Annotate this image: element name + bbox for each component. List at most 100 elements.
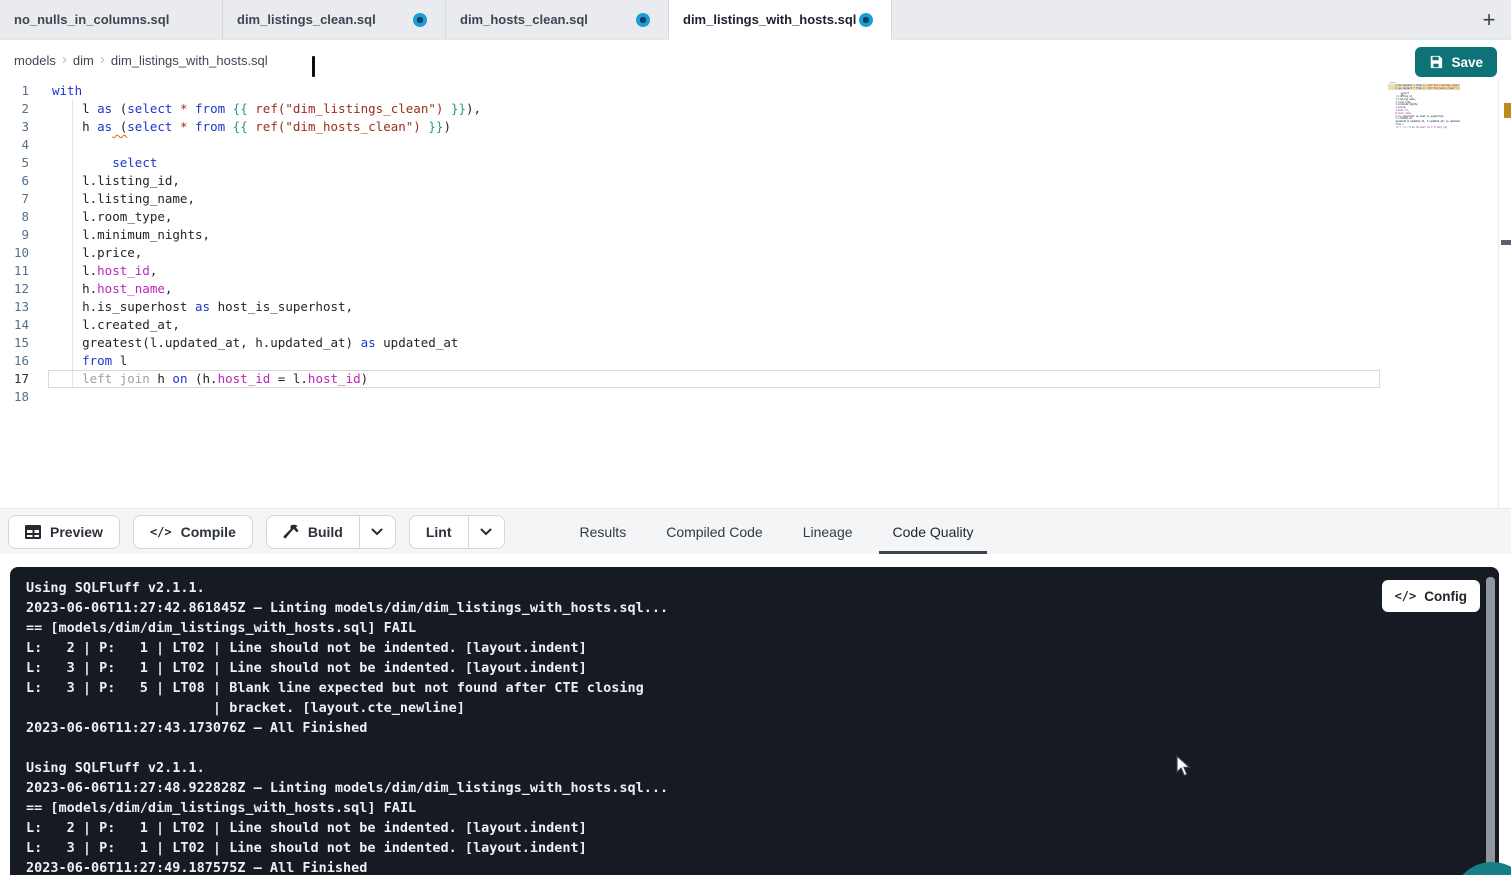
terminal-output: Using SQLFluff v2.1.1. 2023-06-06T11:27:4… bbox=[26, 578, 668, 875]
code-line[interactable] bbox=[52, 136, 481, 154]
floppy-disk-icon bbox=[1429, 55, 1443, 69]
tab-no-nulls-in-columns-sql[interactable]: no_nulls_in_columns.sql bbox=[0, 0, 223, 39]
tab-label: dim_listings_clean.sql bbox=[237, 12, 376, 27]
tab-dim-listings-clean-sql[interactable]: dim_listings_clean.sql bbox=[223, 0, 446, 39]
build-label: Build bbox=[308, 524, 343, 540]
terminal-line: L: 3 | P: 1 | LT02 | Line should not be … bbox=[26, 838, 668, 858]
build-button[interactable]: Build bbox=[267, 516, 359, 548]
minimap[interactable]: with l as (select * from {{ ref("dim_lis… bbox=[1390, 82, 1460, 202]
terminal-line: L: 3 | P: 1 | LT02 | Line should not be … bbox=[26, 658, 668, 678]
build-dropdown-button[interactable] bbox=[359, 516, 395, 548]
code-line[interactable]: select bbox=[52, 154, 481, 172]
build-split-button: Build bbox=[266, 515, 396, 549]
code-line[interactable]: l.listing_id, bbox=[52, 172, 481, 190]
code-line[interactable]: h.is_superhost as host_is_superhost, bbox=[52, 298, 481, 316]
preview-button[interactable]: Preview bbox=[8, 515, 120, 549]
line-number: 18 bbox=[0, 388, 29, 406]
line-number: 12 bbox=[0, 280, 29, 298]
preview-label: Preview bbox=[50, 524, 103, 540]
code-line[interactable]: left join h on (h.host_id = l.host_id) bbox=[52, 370, 481, 388]
code-line[interactable]: l.price, bbox=[52, 244, 481, 262]
line-number: 15 bbox=[0, 334, 29, 352]
breadcrumb-item[interactable]: models bbox=[14, 53, 56, 68]
compile-button[interactable]: </> Compile bbox=[133, 515, 253, 549]
terminal-scrollbar[interactable] bbox=[1486, 577, 1495, 868]
code-line[interactable]: with bbox=[52, 82, 481, 100]
tab-lineage[interactable]: Lineage bbox=[789, 509, 867, 554]
code-line[interactable]: l.listing_name, bbox=[52, 190, 481, 208]
overview-ruler-track bbox=[1498, 80, 1499, 508]
app-window: { "tabs": { "items": [ { "label": "no_nu… bbox=[0, 0, 1511, 875]
code-content[interactable]: with l as (select * from {{ ref("dim_lis… bbox=[52, 82, 481, 406]
chevron-down-icon bbox=[371, 528, 383, 536]
save-button[interactable]: Save bbox=[1415, 47, 1497, 77]
terminal-line bbox=[26, 738, 668, 758]
terminal-line: 2023-06-06T11:27:43.173076Z — All Finish… bbox=[26, 718, 668, 738]
breadcrumb-item[interactable]: dim bbox=[73, 53, 94, 68]
line-number: 7 bbox=[0, 190, 29, 208]
code-line[interactable]: h as (select * from {{ ref("dim_hosts_cl… bbox=[52, 118, 481, 136]
file-tab-bar: no_nulls_in_columns.sql dim_listings_clea… bbox=[0, 0, 1511, 40]
terminal-line: L: 3 | P: 5 | LT08 | Blank line expected… bbox=[26, 678, 668, 698]
terminal-line: == [models/dim/dim_listings_with_hosts.s… bbox=[26, 798, 668, 818]
tab-dim-listings-with-hosts-sql[interactable]: dim_listings_with_hosts.sql bbox=[669, 0, 892, 40]
modified-dot-icon bbox=[859, 13, 873, 27]
line-number: 16 bbox=[0, 352, 29, 370]
terminal-line: == [models/dim/dim_listings_with_hosts.s… bbox=[26, 618, 668, 638]
lint-button[interactable]: Lint bbox=[410, 516, 468, 548]
breadcrumb-item[interactable]: dim_listings_with_hosts.sql bbox=[111, 53, 268, 68]
terminal-line: 2023-06-06T11:27:42.861845Z — Linting mo… bbox=[26, 598, 668, 618]
new-tab-button[interactable]: + bbox=[1467, 0, 1511, 39]
hammer-icon bbox=[283, 524, 299, 540]
code-line[interactable] bbox=[1390, 130, 1460, 133]
plus-icon: + bbox=[1483, 7, 1496, 33]
line-number: 1 bbox=[0, 82, 29, 100]
result-tabs: ResultsCompiled Code Lineage Code Quality bbox=[560, 509, 994, 554]
line-number: 3 bbox=[0, 118, 29, 136]
code-line[interactable]: l.created_at, bbox=[52, 316, 481, 334]
tab-label: no_nulls_in_columns.sql bbox=[14, 12, 169, 27]
line-number-gutter: 123456789101112131415161718 bbox=[0, 82, 29, 406]
tab-code-quality[interactable]: Code Quality bbox=[879, 509, 988, 554]
tab-results[interactable]: Results bbox=[566, 509, 641, 554]
lint-label: Lint bbox=[426, 524, 452, 540]
modified-dot-icon bbox=[636, 13, 650, 27]
code-line[interactable]: h.host_name, bbox=[52, 280, 481, 298]
line-number: 2 bbox=[0, 100, 29, 118]
code-icon: </> bbox=[1395, 589, 1417, 603]
config-button[interactable]: </> Config bbox=[1382, 580, 1480, 612]
code-line[interactable] bbox=[52, 388, 481, 406]
code-line[interactable]: l.host_id, bbox=[52, 262, 481, 280]
tab-compiled-code[interactable]: Compiled Code bbox=[652, 509, 777, 554]
tab-dim-hosts-clean-sql[interactable]: dim_hosts_clean.sql bbox=[446, 0, 669, 39]
text-caret bbox=[312, 56, 315, 77]
code-editor[interactable]: 123456789101112131415161718 with l as (s… bbox=[0, 80, 1511, 508]
line-number: 14 bbox=[0, 316, 29, 334]
lint-warning-marker bbox=[1504, 103, 1511, 118]
line-number: 10 bbox=[0, 244, 29, 262]
code-line[interactable]: from l bbox=[52, 352, 481, 370]
action-toolbar: Preview </> Compile Build Lint bbox=[0, 508, 1511, 554]
config-label: Config bbox=[1424, 589, 1467, 604]
chevron-right-icon: › bbox=[100, 51, 105, 68]
code-line[interactable]: greatest(l.updated_at, h.updated_at) as … bbox=[52, 334, 481, 352]
file-tabs: no_nulls_in_columns.sql dim_listings_clea… bbox=[0, 0, 892, 39]
line-number: 6 bbox=[0, 172, 29, 190]
line-number: 17 bbox=[0, 370, 29, 388]
code-line[interactable]: l.room_type, bbox=[52, 208, 481, 226]
code-line[interactable]: h as (select * from {{ ref("dim_hosts_cl… bbox=[1390, 88, 1460, 91]
terminal-line: | bracket. [layout.cte_newline] bbox=[26, 698, 668, 718]
breadcrumb-bar: models›dim›dim_listings_with_hosts.sql bbox=[0, 40, 1511, 80]
terminal-line: Using SQLFluff v2.1.1. bbox=[26, 758, 668, 778]
code-line[interactable]: l as (select * from {{ ref("dim_listings… bbox=[52, 100, 481, 118]
tab-label: dim_listings_with_hosts.sql bbox=[683, 12, 856, 27]
overview-ruler-marker bbox=[1501, 240, 1511, 245]
chevron-down-icon bbox=[480, 528, 492, 536]
line-number: 9 bbox=[0, 226, 29, 244]
save-label: Save bbox=[1451, 55, 1483, 70]
lint-dropdown-button[interactable] bbox=[468, 516, 504, 548]
modified-dot-icon bbox=[413, 13, 427, 27]
code-line[interactable]: l.minimum_nights, bbox=[52, 226, 481, 244]
line-number: 8 bbox=[0, 208, 29, 226]
terminal-line: L: 2 | P: 1 | LT02 | Line should not be … bbox=[26, 818, 668, 838]
